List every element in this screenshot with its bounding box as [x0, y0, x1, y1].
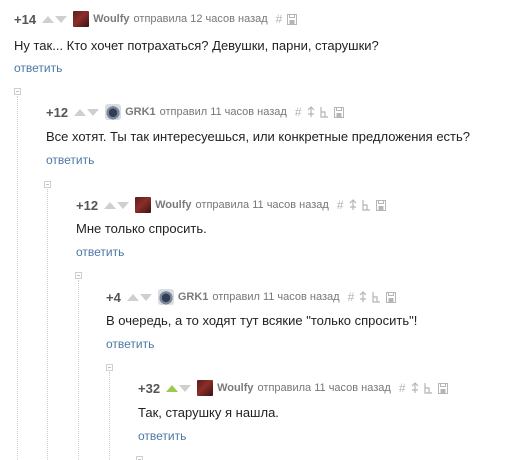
- posted-time: отправила 12 часов назад: [133, 13, 268, 25]
- reply-link[interactable]: ответить: [46, 153, 94, 167]
- downvote-arrow-icon[interactable]: [117, 201, 130, 209]
- parent-arrow-icon[interactable]: [349, 199, 357, 211]
- thread-icon[interactable]: [319, 106, 329, 118]
- comment-text: Мне только спросить.: [76, 221, 207, 236]
- upvote-arrow-icon[interactable]: [74, 108, 87, 116]
- reply-link[interactable]: ответить: [138, 429, 186, 443]
- hash-icon[interactable]: #: [348, 291, 355, 303]
- thread-line: [17, 96, 18, 460]
- avatar[interactable]: [197, 380, 214, 396]
- avatar[interactable]: [157, 289, 174, 305]
- comment-header: +12 Woulfy отправила 11 часов назад #: [76, 197, 386, 213]
- collapse-thread-icon[interactable]: [14, 88, 21, 95]
- thread-line: [78, 280, 79, 460]
- parent-arrow-icon[interactable]: [307, 106, 315, 118]
- posted-time: отправила 11 часов назад: [257, 382, 391, 394]
- collapse-thread-icon[interactable]: [75, 272, 82, 279]
- comment-rating: +4: [106, 289, 121, 305]
- comment-rating: +12: [46, 104, 69, 120]
- comment-rating: +14: [14, 11, 37, 27]
- save-icon[interactable]: [333, 106, 344, 118]
- comment-text: Так, старушку я нашла.: [138, 405, 279, 420]
- comment-rating: +32: [138, 380, 161, 396]
- avatar[interactable]: [135, 197, 152, 213]
- downvote-arrow-icon[interactable]: [139, 293, 152, 301]
- avatar[interactable]: [105, 104, 122, 120]
- comment-text: Все хотят. Ты так интересуешься, или кон…: [46, 129, 471, 144]
- collapse-thread-icon[interactable]: [44, 181, 51, 188]
- comment-header: +14 Woulfy отправила 12 часов назад #: [14, 11, 298, 27]
- posted-time: отправила 11 часов назад: [195, 199, 329, 211]
- downvote-arrow-icon[interactable]: [55, 15, 68, 23]
- parent-arrow-icon[interactable]: [359, 291, 367, 303]
- parent-arrow-icon[interactable]: [411, 382, 419, 394]
- downvote-arrow-icon[interactable]: [179, 384, 192, 392]
- author-name[interactable]: Woulfy: [93, 13, 129, 25]
- author-name[interactable]: Woulfy: [155, 199, 191, 211]
- posted-time: отправил 11 часов назад: [212, 291, 340, 303]
- reply-link[interactable]: ответить: [14, 61, 62, 75]
- comment-header: +32 Woulfy отправила 11 часов назад #: [138, 380, 448, 396]
- save-icon[interactable]: [437, 382, 448, 394]
- comment-header: +12 GRK1 отправил 11 часов назад #: [46, 104, 344, 120]
- upvote-arrow-icon[interactable]: [104, 201, 117, 209]
- author-name[interactable]: GRK1: [178, 291, 209, 303]
- hash-icon[interactable]: #: [337, 199, 344, 211]
- posted-time: отправил 11 часов назад: [159, 106, 287, 118]
- avatar[interactable]: [73, 11, 90, 27]
- reply-link[interactable]: ответить: [76, 245, 124, 259]
- thread-icon[interactable]: [361, 199, 371, 211]
- author-name[interactable]: Woulfy: [217, 382, 253, 394]
- thread-icon[interactable]: [423, 382, 433, 394]
- author-name[interactable]: GRK1: [125, 106, 156, 118]
- hash-icon[interactable]: #: [276, 13, 283, 25]
- upvote-arrow-icon[interactable]: [126, 293, 139, 301]
- hash-icon[interactable]: #: [399, 382, 406, 394]
- save-icon[interactable]: [375, 199, 386, 211]
- upvote-arrow-icon[interactable]: [42, 15, 55, 23]
- save-icon[interactable]: [386, 291, 397, 303]
- thread-icon[interactable]: [372, 291, 381, 303]
- comment-thread: +14 Woulfy отправила 12 часов назад # Ну…: [0, 0, 510, 460]
- comment-text: Ну так... Кто хочет потрахаться? Девушки…: [14, 38, 379, 53]
- collapse-thread-icon[interactable]: [136, 456, 143, 460]
- thread-line: [109, 372, 110, 460]
- hash-icon[interactable]: #: [295, 106, 302, 118]
- save-icon[interactable]: [287, 13, 298, 25]
- reply-link[interactable]: ответить: [106, 337, 154, 351]
- comment-text: В очередь, а то ходят тут всякие "только…: [106, 313, 418, 328]
- comment-rating: +12: [76, 197, 99, 213]
- upvote-arrow-icon[interactable]: [166, 384, 179, 392]
- comment-header: +4 GRK1 отправил 11 часов назад #: [106, 289, 397, 305]
- thread-line: [47, 189, 48, 460]
- downvote-arrow-icon[interactable]: [87, 108, 100, 116]
- collapse-thread-icon[interactable]: [106, 364, 113, 371]
